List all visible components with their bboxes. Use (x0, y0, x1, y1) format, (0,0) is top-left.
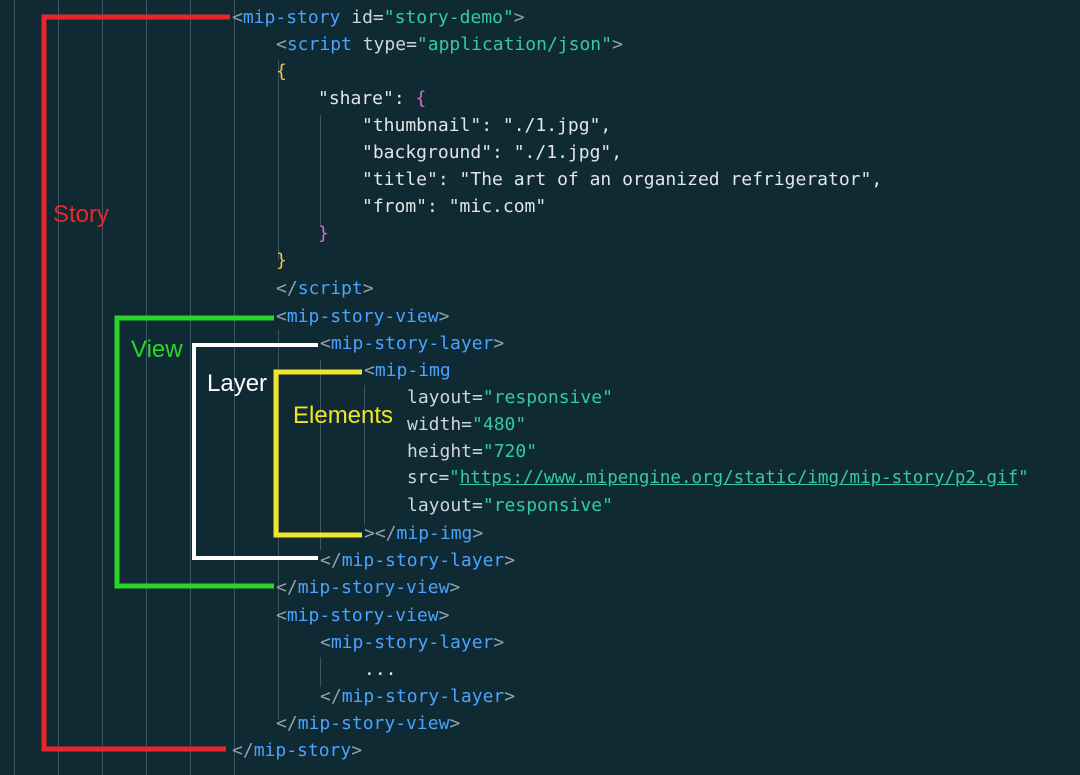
code-editor[interactable]: <mip-story id="story-demo"> <script type… (0, 0, 1080, 775)
story-bracket (41, 14, 230, 752)
layer-label: Layer (207, 370, 268, 397)
story-label: Story (53, 201, 110, 228)
view-label: View (131, 336, 183, 363)
elements-label: Elements (293, 402, 394, 429)
elements-bracket (273, 369, 362, 538)
annotation-overlay (41, 14, 362, 752)
